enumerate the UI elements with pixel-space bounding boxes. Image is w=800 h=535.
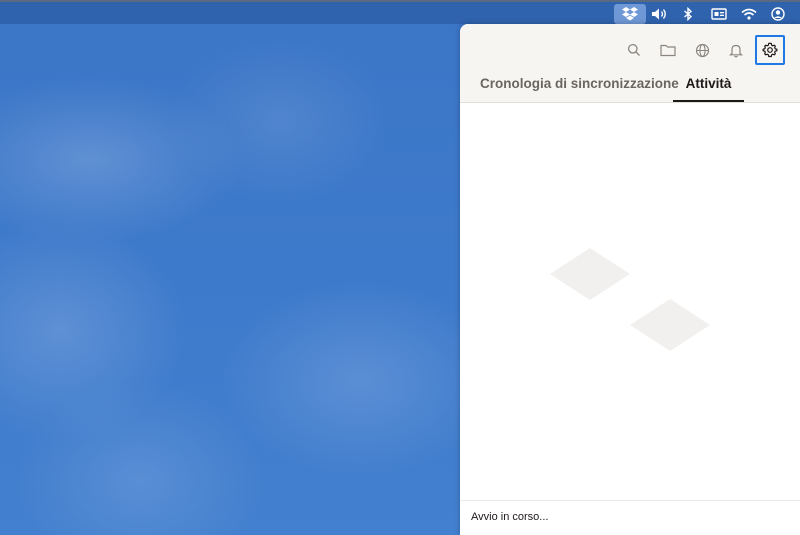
loading-placeholder-illustration — [550, 248, 710, 351]
dropbox-menubar-button[interactable] — [614, 4, 646, 24]
user-icon — [771, 7, 785, 21]
gear-icon — [762, 42, 778, 58]
search-button[interactable] — [620, 36, 648, 64]
user-menubar-button[interactable] — [768, 4, 788, 24]
open-website-button[interactable] — [688, 36, 716, 64]
bluetooth-icon — [684, 7, 693, 21]
dropbox-panel: Cronologia di sincronizzazione Attività … — [460, 24, 800, 535]
tab-activity[interactable]: Attività — [673, 74, 744, 102]
volume-menubar-button[interactable] — [650, 4, 670, 24]
status-bar: Avvio in corso... — [460, 500, 800, 535]
status-text: Avvio in corso... — [471, 511, 549, 523]
settings-button[interactable] — [755, 35, 785, 65]
volume-icon — [652, 8, 666, 20]
panel-header: Cronologia di sincronizzazione Attività — [460, 24, 800, 103]
display-icon — [711, 8, 727, 20]
activity-content — [460, 103, 800, 500]
globe-icon — [695, 43, 709, 57]
wifi-icon — [741, 8, 757, 20]
search-icon — [627, 43, 640, 56]
tab-sync-history[interactable]: Cronologia di sincronizzazione — [480, 74, 679, 102]
folder-icon — [660, 44, 676, 57]
notifications-button[interactable] — [722, 36, 750, 64]
menu-bar — [0, 0, 800, 24]
dropbox-icon — [622, 7, 638, 21]
bell-icon — [729, 44, 743, 57]
bluetooth-menubar-button[interactable] — [680, 4, 696, 24]
wifi-menubar-button[interactable] — [738, 4, 760, 24]
open-folder-button[interactable] — [654, 36, 682, 64]
display-menubar-button[interactable] — [708, 4, 730, 24]
